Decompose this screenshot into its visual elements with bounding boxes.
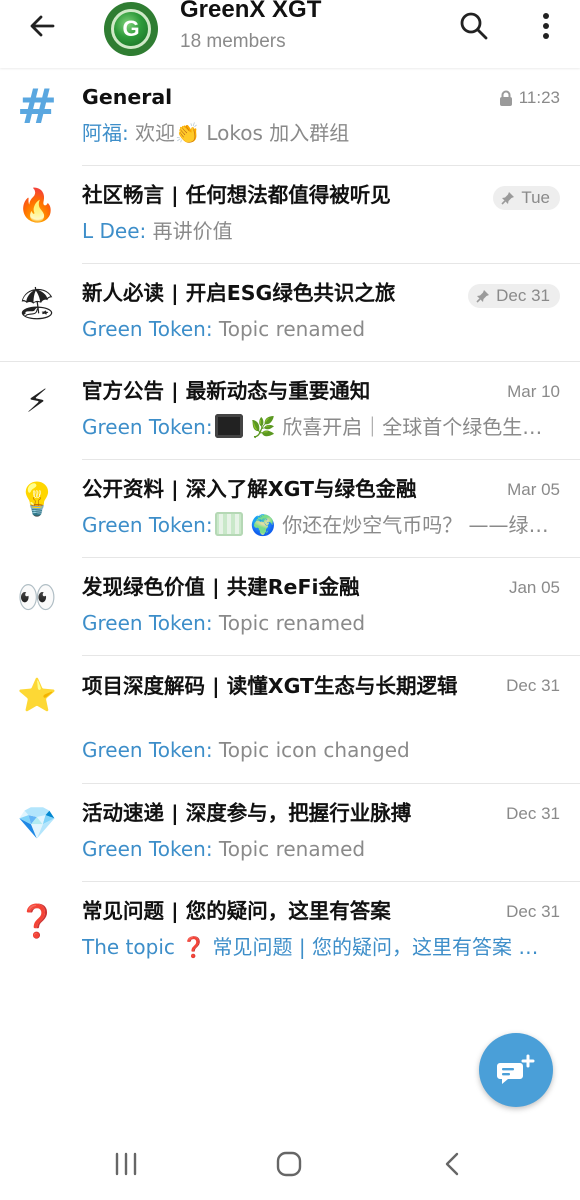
pin-icon: [476, 290, 490, 303]
topic-time: Dec 31: [506, 902, 560, 922]
time-label: Dec 31: [506, 676, 560, 695]
topic-row-faq[interactable]: ❓ 常见问题 | 您的疑问，这里有答案 Dec 31 The topic ❓ 常…: [0, 882, 580, 980]
topic-time: Dec 31: [506, 676, 560, 696]
chevron-left-icon: [445, 1152, 459, 1176]
preview-text: 🌍 你还在炒空气币吗？ ——绿色金融: [250, 513, 552, 537]
topic-row-refi[interactable]: 👀 发现绿色价值 | 共建ReFi金融 Jan 05 Green Token: …: [0, 558, 580, 656]
preview-text: 🌿 欣喜开启｜全球首个绿色生态公链: [244, 415, 552, 439]
topic-preview: Green Token: Topic renamed: [82, 610, 552, 636]
topic-preview: Green Token: Topic icon changed: [82, 737, 552, 763]
time-label: Dec 31: [496, 286, 550, 305]
topic-title: 项目深度解码 | 读懂XGT生态与长期逻辑: [82, 674, 458, 698]
time-label: Dec 31: [506, 804, 560, 823]
search-button[interactable]: [452, 6, 496, 46]
preview-text: 欢迎👏 Lokos 加入群组: [128, 121, 350, 145]
avatar-letter: G: [111, 9, 151, 49]
topic-preview: Green Token: Topic renamed: [82, 316, 552, 342]
time-label: Dec 31: [506, 902, 560, 921]
pinned-badge: Dec 31: [468, 284, 560, 308]
topic-title: 官方公告 | 最新动态与重要通知: [82, 379, 371, 403]
preview-sender: Green Token:: [82, 317, 213, 341]
topic-time: Tue: [493, 186, 560, 210]
system-back-button[interactable]: [422, 1144, 482, 1184]
new-topic-button[interactable]: [479, 1033, 553, 1107]
preview-sender: Green Token:: [82, 513, 213, 537]
topic-preview: Green Token: Topic renamed: [82, 836, 552, 862]
pin-icon: [501, 192, 515, 205]
question-mark-icon: ❓: [17, 902, 57, 940]
preview-text: Topic icon changed: [212, 738, 410, 762]
media-thumbnail: [214, 414, 243, 438]
topic-title: 活动速递 | 深度参与，把握行业脉搏: [82, 801, 412, 825]
topic-list: # General 11:23 阿福: 欢迎👏 Lokos 加入群组 🔥 社区畅…: [0, 68, 580, 980]
group-title[interactable]: GreenX XGT: [180, 0, 321, 24]
pinned-badge: Tue: [493, 186, 560, 210]
preview-sender: Green Token:: [82, 611, 213, 635]
topic-row-events[interactable]: 💎 活动速递 | 深度参与，把握行业脉搏 Dec 31 Green Token:…: [0, 784, 580, 882]
topic-row-general[interactable]: # General 11:23 阿福: 欢迎👏 Lokos 加入群组: [0, 68, 580, 166]
topic-title: 发现绿色价值 | 共建ReFi金融: [82, 575, 360, 599]
home-icon: [276, 1151, 302, 1177]
topic-preview: L Dee: 再讲价值: [82, 218, 552, 244]
media-thumbnail: [214, 512, 243, 536]
back-button[interactable]: [20, 6, 64, 46]
home-button[interactable]: [259, 1144, 319, 1184]
lightbulb-icon: 💡: [17, 480, 57, 518]
topic-time: Mar 10: [507, 382, 560, 402]
topic-time: Mar 05: [507, 480, 560, 500]
preview-sender: Green Token:: [82, 415, 213, 439]
preview-text: Topic renamed: [212, 837, 366, 861]
topic-time: 11:23: [499, 88, 560, 108]
topic-title: 常见问题 | 您的疑问，这里有答案: [82, 899, 391, 923]
recent-apps-icon: [115, 1152, 137, 1176]
eyes-icon: 👀: [17, 578, 57, 616]
fire-icon: 🔥: [17, 186, 57, 224]
topic-title: 公开资料 | 深入了解XGT与绿色金融: [82, 477, 417, 501]
star-icon: ⭐: [17, 676, 57, 714]
topic-time: Jan 05: [509, 578, 560, 598]
arrow-left-icon: [30, 15, 55, 37]
topic-preview: Green Token: 🌍 你还在炒空气币吗？ ——绿色金融: [82, 512, 552, 538]
topic-preview: The topic ❓ 常见问题 | 您的疑问，这里有答案 was create…: [82, 935, 552, 959]
diamond-icon: 💎: [17, 804, 57, 842]
preview-text: Topic renamed: [212, 611, 366, 635]
hash-icon: #: [16, 79, 58, 135]
compose-icon: [497, 1054, 535, 1084]
preview-sender: 阿福:: [82, 121, 129, 145]
preview-text: 再讲价值: [146, 219, 233, 243]
topic-title: 社区畅言 | 任何想法都值得被听见: [82, 183, 391, 207]
topic-row-announcements[interactable]: ⚡ 官方公告 | 最新动态与重要通知 Mar 10 Green Token: 🌿…: [0, 362, 580, 460]
member-count: 18 members: [180, 31, 286, 52]
topic-row-newcomers[interactable]: 🏖 新人必读 | 开启ESG绿色共识之旅 Dec 31 Green Token:…: [0, 264, 580, 362]
time-label: 11:23: [518, 88, 560, 107]
chat-header: G GreenX XGT 18 members: [0, 0, 580, 68]
topic-time: Dec 31: [506, 804, 560, 824]
recent-apps-button[interactable]: [96, 1144, 156, 1184]
topic-time: Dec 31: [468, 284, 560, 308]
topic-row-community[interactable]: 🔥 社区畅言 | 任何想法都值得被听见 Tue L Dee: 再讲价值: [0, 166, 580, 264]
system-nav-bar: [0, 1130, 580, 1200]
group-avatar[interactable]: G: [104, 2, 158, 56]
topic-preview: Green Token: 🌿 欣喜开启｜全球首个绿色生态公链: [82, 414, 552, 440]
more-options-button[interactable]: [526, 6, 566, 46]
preview-sender: L Dee:: [82, 219, 147, 243]
lightning-icon: ⚡: [25, 382, 49, 420]
topic-row-deep-dive[interactable]: ⭐ 项目深度解码 | 读懂XGT生态与长期逻辑 Dec 31 Green Tok…: [0, 656, 580, 784]
more-vertical-icon: [543, 13, 549, 39]
time-label: Tue: [521, 188, 550, 207]
time-label: Mar 05: [507, 480, 560, 499]
topic-title: 新人必读 | 开启ESG绿色共识之旅: [82, 281, 396, 305]
preview-sender: Green Token:: [82, 738, 213, 762]
beach-umbrella-icon: 🏖: [16, 284, 58, 322]
topic-title: General: [82, 85, 173, 109]
time-label: Mar 10: [507, 382, 560, 401]
time-label: Jan 05: [508, 578, 560, 597]
topic-row-resources[interactable]: 💡 公开资料 | 深入了解XGT与绿色金融 Mar 05 Green Token…: [0, 460, 580, 558]
preview-sender: Green Token:: [82, 837, 213, 861]
topic-preview: 阿福: 欢迎👏 Lokos 加入群组: [82, 120, 552, 146]
preview-text: Topic renamed: [212, 317, 366, 341]
lock-icon: [499, 90, 512, 106]
search-icon: [460, 12, 488, 40]
